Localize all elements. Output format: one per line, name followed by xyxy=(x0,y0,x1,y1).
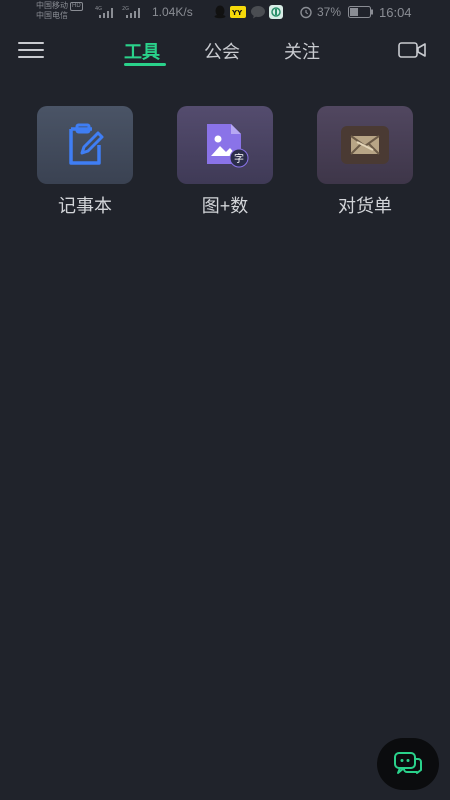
image-text-icon: 字 xyxy=(207,124,249,168)
signal-2g-icon: 2G xyxy=(122,6,140,18)
hd-badge: HD xyxy=(70,1,83,11)
svg-text:2G: 2G xyxy=(122,6,129,12)
tab-guild[interactable]: 公会 xyxy=(204,38,240,64)
top-tabs: 工具 公会 关注 xyxy=(0,34,450,68)
tool-label-image-data: 图+数 xyxy=(201,196,249,216)
app-icon xyxy=(269,5,283,19)
qq-icon xyxy=(214,5,226,19)
order-sheet-tile xyxy=(317,106,413,184)
yy-icon: YY xyxy=(230,6,246,18)
network-speed: 1.04K/s xyxy=(152,5,193,19)
signal-4g-icon: 4G xyxy=(95,6,113,18)
carrier-1-name: 中国移动 xyxy=(36,1,68,10)
badge-text: 字 xyxy=(234,152,244,165)
notepad-icon xyxy=(69,123,104,165)
app-screen: 中国移动 HD 中国电信 4G 2G 1.04K/s YY 37% 16:04 … xyxy=(0,0,450,800)
battery-icon xyxy=(348,6,373,18)
carrier-info: 中国移动 HD 中国电信 xyxy=(36,1,83,21)
tool-order-sheet[interactable]: 对货单 xyxy=(315,106,415,218)
svg-text:YY: YY xyxy=(231,9,243,17)
status-bar: 中国移动 HD 中国电信 4G 2G 1.04K/s YY 37% 16:04 xyxy=(0,0,450,24)
chat-fab[interactable] xyxy=(377,738,439,790)
battery-level: 37% xyxy=(317,5,342,19)
clock: 16:04 xyxy=(379,5,412,20)
carrier-2-name: 中国电信 xyxy=(36,11,68,20)
tool-notepad[interactable]: 记事本 xyxy=(35,106,135,218)
tool-label-order-sheet: 对货单 xyxy=(338,196,392,216)
tool-image-data[interactable]: 字 图+数 xyxy=(175,106,275,218)
video-camera-icon[interactable] xyxy=(398,40,426,60)
svg-text:4G: 4G xyxy=(95,6,102,12)
tab-follow[interactable]: 关注 xyxy=(284,38,320,64)
tab-tools[interactable]: 工具 xyxy=(124,38,160,64)
tool-label-notepad: 记事本 xyxy=(58,196,112,216)
notepad-tile xyxy=(37,106,133,184)
message-icon xyxy=(251,6,265,19)
image-data-tile: 字 xyxy=(177,106,273,184)
alarm-icon xyxy=(300,6,312,19)
order-sheet-icon xyxy=(341,126,389,164)
active-tab-indicator xyxy=(124,63,166,66)
chat-icon xyxy=(394,752,422,774)
